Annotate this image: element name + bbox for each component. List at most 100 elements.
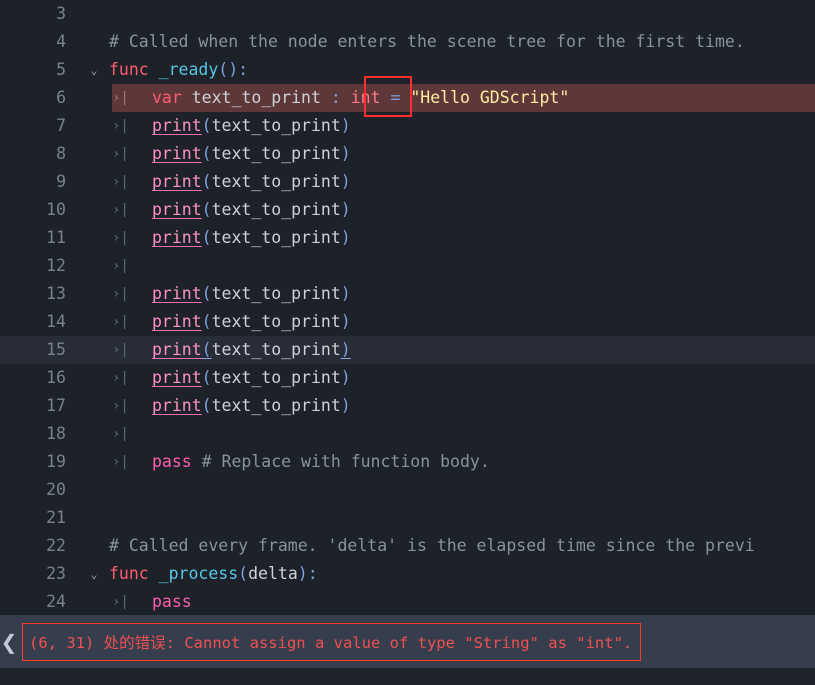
code-text: print(text_to_print) (152, 280, 351, 308)
tab-indent-marker: ›| (112, 594, 129, 610)
code-line[interactable]: 18 ›| (0, 420, 815, 448)
line-number: 4 (56, 32, 66, 51)
fold-arrow-icon[interactable]: ⌄ (86, 560, 102, 588)
paren-token: ) (340, 228, 351, 247)
builtin-token: print (152, 200, 202, 219)
code-text: print(text_to_print) (152, 196, 351, 224)
code-text: print(text_to_print) (152, 308, 351, 336)
code-text: print(text_to_print) (152, 224, 351, 252)
code-line[interactable]: 12 ›| (0, 252, 815, 280)
code-line[interactable]: 5 ⌄ func _ready(): (0, 56, 815, 84)
variable-token: text_to_print (211, 340, 341, 359)
code-text: print(text_to_print) (152, 140, 351, 168)
parameter-token: delta (248, 564, 298, 583)
line-number: 21 (46, 508, 66, 527)
code-line[interactable]: 9 ›| print(text_to_print) (0, 168, 815, 196)
line-number: 3 (56, 4, 66, 23)
paren-token: ): (228, 60, 249, 79)
line-number: 9 (56, 172, 66, 191)
code-line[interactable]: 21 (0, 504, 815, 532)
function-name-token: _ready (148, 60, 219, 79)
code-line[interactable]: 24 ›| pass (0, 588, 815, 615)
tab-indent-marker: ›| (112, 146, 129, 162)
matching-paren-token: ) (340, 340, 351, 359)
code-line[interactable]: 17 ›| print(text_to_print) (0, 392, 815, 420)
paren-token: ) (340, 200, 351, 219)
variable-token: text_to_print (211, 116, 341, 135)
error-message-box[interactable]: (6, 31) 处的错误: Cannot assign a value of t… (22, 622, 642, 661)
line-number: 17 (46, 396, 66, 415)
line-number: 7 (56, 116, 66, 135)
builtin-token: print (152, 368, 202, 387)
paren-token: ) (340, 144, 351, 163)
code-line[interactable]: 8 ›| print(text_to_print) (0, 140, 815, 168)
code-line[interactable]: 3 (0, 0, 815, 28)
fold-arrow-icon[interactable]: ⌄ (86, 56, 102, 84)
code-line[interactable]: 10 ›| print(text_to_print) (0, 196, 815, 224)
comment-token: # Called when the node enters the scene … (109, 32, 745, 51)
variable-token: text_to_print (211, 312, 341, 331)
tab-indent-marker: ›| (112, 258, 129, 274)
error-status-bar: ❮ (6, 31) 处的错误: Cannot assign a value of… (0, 615, 815, 668)
paren-token: ( (201, 228, 212, 247)
builtin-token: print (152, 228, 202, 247)
paren-token: ) (340, 116, 351, 135)
colon-token: : (330, 88, 351, 107)
paren-token: ( (201, 144, 212, 163)
matching-paren-token: ( (201, 340, 212, 359)
string-token: "Hello GDScript" (410, 88, 570, 107)
tab-indent-marker: ›| (112, 370, 129, 386)
window-footer-strip (0, 668, 815, 685)
builtin-token: print (152, 284, 202, 303)
code-line[interactable]: 14 ›| print(text_to_print) (0, 308, 815, 336)
tab-indent-marker: ›| (112, 174, 129, 190)
variable-token: text_to_print (181, 88, 331, 107)
tab-indent-marker: ›| (112, 342, 129, 358)
paren-token: ( (201, 396, 212, 415)
paren-token: ( (201, 116, 212, 135)
type-token: int (350, 88, 381, 107)
code-line[interactable]: 7 ›| print(text_to_print) (0, 112, 815, 140)
builtin-token: print (152, 172, 202, 191)
line-number: 13 (46, 284, 66, 303)
paren-token: ( (218, 60, 229, 79)
builtin-token: print (152, 312, 202, 331)
variable-token: text_to_print (211, 368, 341, 387)
code-text: print(text_to_print) (152, 364, 351, 392)
code-text: # Called when the node enters the scene … (109, 28, 745, 56)
line-number: 14 (46, 312, 66, 331)
code-line[interactable]: 19 ›| pass # Replace with function body. (0, 448, 815, 476)
line-number: 12 (46, 256, 66, 275)
line-number: 19 (46, 452, 66, 471)
comment-token: # Replace with function body. (191, 452, 490, 471)
variable-token: text_to_print (211, 144, 341, 163)
code-editor-area[interactable]: 3 4 # Called when the node enters the sc… (0, 0, 815, 615)
line-number: 6 (56, 88, 66, 107)
code-text: # Called every frame. 'delta' is the ela… (109, 532, 755, 560)
builtin-token: print (152, 340, 202, 359)
previous-error-icon[interactable]: ❮ (0, 632, 18, 652)
line-number: 20 (46, 480, 66, 499)
code-line[interactable]: 22 # Called every frame. 'delta' is the … (0, 532, 815, 560)
variable-token: text_to_print (211, 228, 341, 247)
code-line-error[interactable]: 6 ›| var text_to_print : int = "Hello GD… (0, 84, 815, 112)
code-line[interactable]: 13 ›| print(text_to_print) (0, 280, 815, 308)
paren-token: ) (340, 172, 351, 191)
builtin-token: print (152, 396, 202, 415)
paren-token: ( (201, 284, 212, 303)
code-line[interactable]: 16 ›| print(text_to_print) (0, 364, 815, 392)
code-line[interactable]: 23 ⌄ func _process(delta): (0, 560, 815, 588)
code-text: pass # Replace with function body. (152, 448, 490, 476)
assign-token: = (380, 88, 411, 107)
line-number: 15 (46, 340, 66, 359)
line-number: 8 (56, 144, 66, 163)
code-line[interactable]: 11 ›| print(text_to_print) (0, 224, 815, 252)
code-text: print(text_to_print) (152, 392, 351, 420)
code-line-current[interactable]: 15 ›| print(text_to_print) (0, 336, 815, 364)
line-number: 23 (46, 564, 66, 583)
script-editor-window: 3 4 # Called when the node enters the sc… (0, 0, 815, 685)
code-text: pass (152, 588, 192, 615)
code-line[interactable]: 20 (0, 476, 815, 504)
tab-indent-marker: ›| (112, 398, 129, 414)
code-line[interactable]: 4 # Called when the node enters the scen… (0, 28, 815, 56)
